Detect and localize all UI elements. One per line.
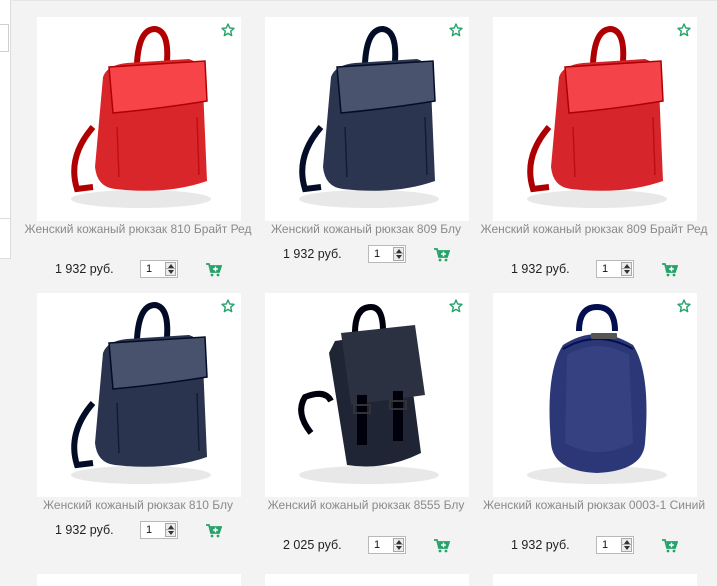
quantity-stepper[interactable]: 1 [368, 245, 406, 263]
product-image[interactable] [265, 293, 469, 497]
backpack-image [527, 25, 667, 208]
quantity-stepper[interactable]: 1 [140, 260, 178, 278]
product-title[interactable]: Женский кожаный рюкзак 8555 Блу [240, 498, 492, 513]
product-image[interactable] [265, 574, 469, 586]
product-price: 1 932 руб. [55, 523, 114, 537]
favorite-star-icon[interactable] [221, 299, 235, 313]
product-image[interactable] [37, 17, 241, 221]
product-image[interactable] [37, 574, 241, 586]
decrement-arrow-icon[interactable] [396, 255, 402, 259]
quantity-stepper[interactable]: 1 [596, 536, 634, 554]
decrement-arrow-icon[interactable] [624, 270, 630, 274]
product-price: 1 932 руб. [283, 247, 342, 261]
spin-buttons[interactable] [621, 538, 632, 552]
add-to-cart-icon[interactable] [434, 539, 450, 553]
decrement-arrow-icon[interactable] [168, 531, 174, 535]
backpack-image [71, 301, 211, 484]
favorite-star-icon[interactable] [449, 299, 463, 313]
product-image[interactable] [493, 574, 697, 586]
quantity-stepper[interactable]: 1 [368, 536, 406, 554]
decrement-arrow-icon[interactable] [168, 270, 174, 274]
backpack-image [71, 25, 211, 208]
decrement-arrow-icon[interactable] [624, 546, 630, 550]
spin-buttons[interactable] [393, 538, 404, 552]
quantity-stepper[interactable]: 1 [140, 521, 178, 539]
favorite-star-icon[interactable] [677, 299, 691, 313]
product-image[interactable] [493, 17, 697, 221]
spin-buttons[interactable] [621, 262, 632, 276]
add-to-cart-icon[interactable] [434, 248, 450, 262]
backpack-image [298, 303, 439, 484]
product-title[interactable]: Женский кожаный рюкзак 810 Брайт Ред [12, 222, 264, 237]
spin-buttons[interactable] [165, 523, 176, 537]
filter-panel-edge [0, 0, 11, 259]
quantity-value: 1 [602, 263, 609, 275]
product-title[interactable]: Женский кожаный рюкзак 809 Брайт Ред [468, 222, 717, 237]
decrement-arrow-icon[interactable] [396, 546, 402, 550]
product-image[interactable] [37, 293, 241, 497]
filter-input-edge[interactable] [0, 24, 9, 52]
quantity-stepper[interactable]: 1 [596, 260, 634, 278]
product-price: 2 025 руб. [283, 538, 342, 552]
add-to-cart-icon[interactable] [662, 263, 678, 277]
product-title[interactable]: Женский кожаный рюкзак 0003-1 Синий [468, 498, 717, 513]
quantity-value: 1 [602, 539, 609, 551]
quantity-value: 1 [146, 524, 153, 536]
add-to-cart-icon[interactable] [662, 539, 678, 553]
product-price: 1 932 руб. [511, 538, 570, 552]
product-price: 1 932 руб. [55, 262, 114, 276]
product-title[interactable]: Женский кожаный рюкзак 809 Блу [240, 222, 492, 237]
favorite-star-icon[interactable] [677, 23, 691, 37]
product-title[interactable]: Женский кожаный рюкзак 810 Блу [12, 498, 264, 513]
quantity-value: 1 [374, 248, 381, 260]
product-grid: Женский кожаный рюкзак 810 Брайт Ред 1 9… [12, 0, 717, 586]
quantity-value: 1 [374, 539, 381, 551]
divider [0, 218, 10, 219]
favorite-star-icon[interactable] [449, 23, 463, 37]
spin-buttons[interactable] [393, 247, 404, 261]
add-to-cart-icon[interactable] [206, 524, 222, 538]
favorite-star-icon[interactable] [221, 23, 235, 37]
product-image[interactable] [493, 293, 697, 497]
quantity-value: 1 [146, 263, 153, 275]
backpack-image [527, 303, 667, 484]
product-price: 1 932 руб. [511, 262, 570, 276]
spin-buttons[interactable] [165, 262, 176, 276]
backpack-image [299, 25, 439, 208]
product-image[interactable] [265, 17, 469, 221]
add-to-cart-icon[interactable] [206, 263, 222, 277]
